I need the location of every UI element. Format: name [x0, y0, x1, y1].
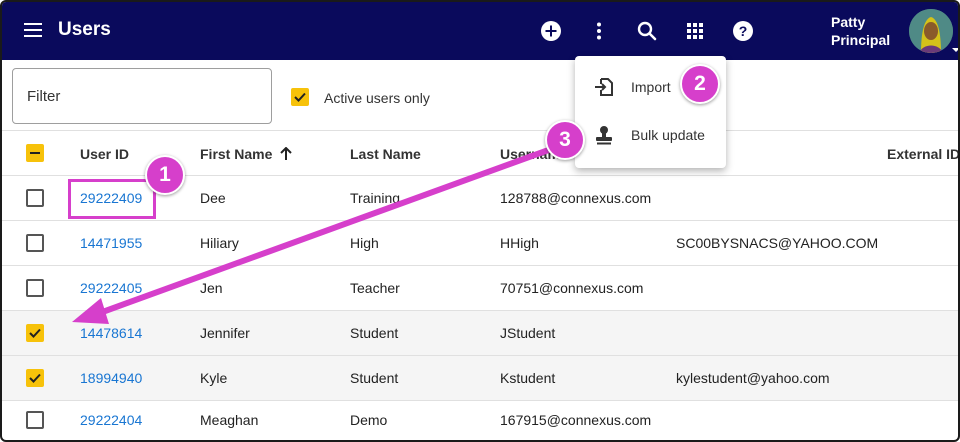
table-row: 14478614 Jennifer Student JStudent: [2, 311, 958, 356]
app-window: Users ? Patty Principal Filter Active us…: [0, 0, 960, 442]
first-name-cell: Kyle: [200, 370, 228, 386]
last-name-cell: Student: [350, 325, 399, 341]
annotation-badge-3: 3: [545, 120, 585, 160]
column-external-id[interactable]: External ID: [887, 146, 958, 162]
svg-text:?: ?: [739, 23, 748, 39]
row-checkbox[interactable]: [26, 369, 44, 387]
help-icon[interactable]: ?: [731, 19, 755, 43]
menu-item-bulk-update[interactable]: Bulk update: [575, 112, 726, 160]
row-checkbox[interactable]: [26, 234, 44, 252]
column-first-name[interactable]: First Name: [200, 146, 293, 162]
user-id-link[interactable]: 18994940: [80, 370, 142, 386]
annotation-badge-1: 1: [145, 155, 185, 195]
last-name-cell: Demo: [350, 412, 388, 428]
column-last-name[interactable]: Last Name: [350, 146, 421, 162]
check-icon: [29, 328, 41, 338]
username-cell: 128788@connexus.com: [500, 190, 652, 206]
table-row: 18994940 Kyle Student Kstudent kylestude…: [2, 356, 958, 401]
username-cell: 167915@connexus.com: [500, 412, 652, 428]
annotation-highlight-box: [68, 179, 156, 219]
apps-grid-icon[interactable]: [683, 19, 707, 43]
first-name-cell: Meaghan: [200, 412, 259, 428]
active-users-label: Active users only: [324, 90, 430, 106]
select-all-checkbox[interactable]: [26, 144, 44, 162]
first-name-cell: Dee: [200, 190, 226, 206]
page-title: Users: [58, 19, 111, 40]
add-circle-icon[interactable]: [539, 19, 563, 43]
active-users-checkbox[interactable]: [291, 88, 309, 106]
menu-icon[interactable]: [24, 22, 42, 38]
user-id-link[interactable]: 29222404: [80, 412, 142, 428]
row-checkbox[interactable]: [26, 279, 44, 297]
user-name[interactable]: Patty Principal: [831, 13, 890, 49]
check-icon: [29, 373, 41, 383]
last-name-cell: High: [350, 235, 379, 251]
avatar[interactable]: [909, 9, 953, 53]
user-id-link[interactable]: 14471955: [80, 235, 142, 251]
top-app-bar: Users ? Patty Principal: [2, 2, 958, 60]
arrow-up-icon: [280, 146, 292, 160]
first-name-cell: Jennifer: [200, 325, 250, 341]
filter-input[interactable]: [13, 69, 271, 123]
search-icon[interactable]: [635, 19, 659, 43]
more-vert-icon[interactable]: [587, 19, 611, 43]
indeterminate-icon: [30, 152, 40, 154]
row-checkbox[interactable]: [26, 411, 44, 429]
row-checkbox[interactable]: [26, 189, 44, 207]
filter-field[interactable]: [12, 68, 272, 124]
email-cell: kylestudent@yahoo.com: [676, 370, 830, 386]
column-user-id[interactable]: User ID: [80, 146, 129, 162]
username-cell: 70751@connexus.com: [500, 280, 644, 296]
import-icon: [595, 78, 613, 96]
last-name-cell: Student: [350, 370, 399, 386]
username-cell: JStudent: [500, 325, 556, 341]
last-name-cell: Training: [350, 190, 401, 206]
username-cell: Kstudent: [500, 370, 556, 386]
table-row: 14471955 Hiliary High HHigh SC00BYSNACS@…: [2, 221, 958, 266]
user-id-link[interactable]: 14478614: [80, 325, 142, 341]
table-row: 29222405 Jen Teacher 70751@connexus.com: [2, 266, 958, 311]
user-id-link[interactable]: 29222405: [80, 280, 142, 296]
table-row: 29222404 Meaghan Demo 167915@connexus.co…: [2, 401, 958, 440]
annotation-badge-2: 2: [680, 64, 720, 104]
username-cell: HHigh: [500, 235, 539, 251]
first-name-cell: Jen: [200, 280, 223, 296]
email-cell: SC00BYSNACS@YAHOO.COM: [676, 235, 879, 251]
stamp-icon: [596, 126, 612, 145]
row-checkbox[interactable]: [26, 324, 44, 342]
chevron-down-icon[interactable]: [952, 48, 958, 52]
first-name-cell: Hiliary: [200, 235, 239, 251]
last-name-cell: Teacher: [350, 280, 400, 296]
check-icon: [294, 92, 306, 102]
avatar-image: [909, 9, 953, 53]
